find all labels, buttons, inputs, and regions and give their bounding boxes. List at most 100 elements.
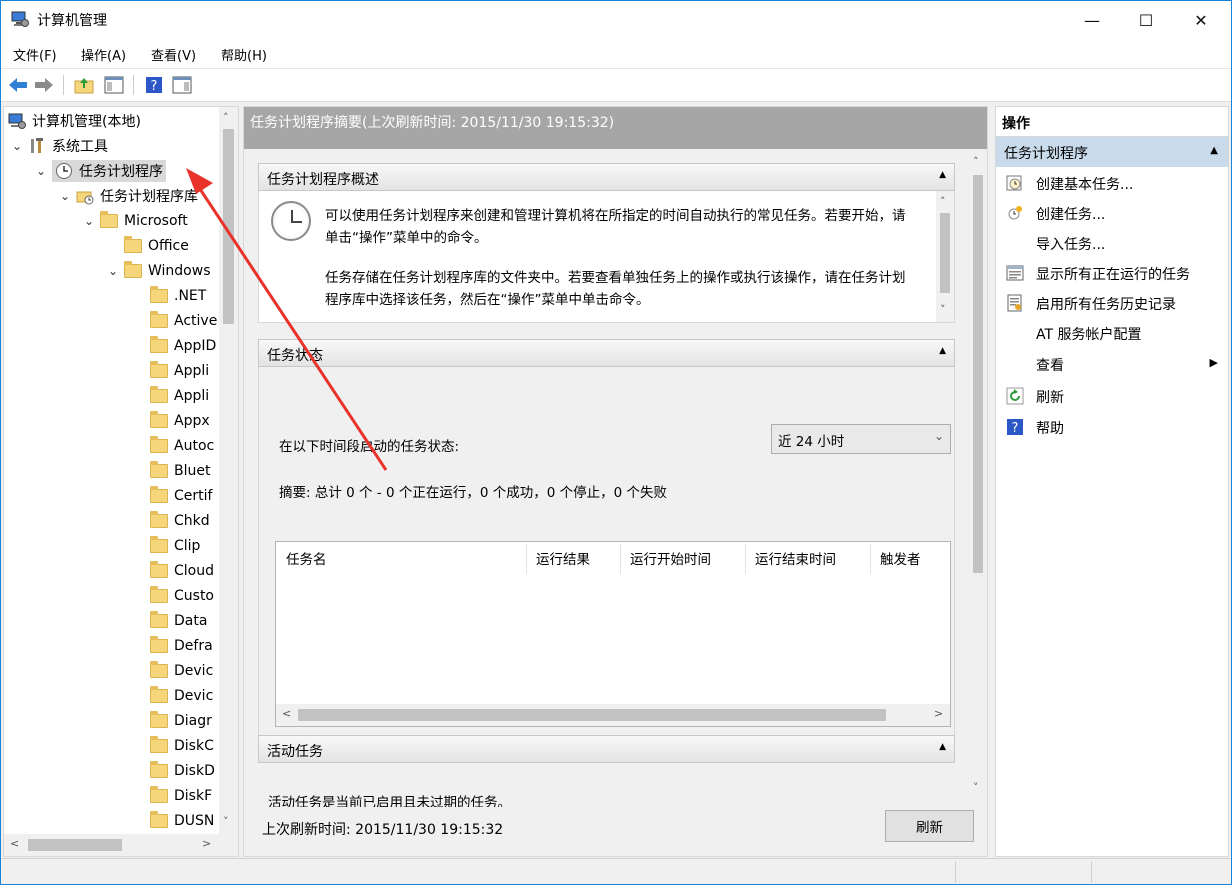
action-refresh[interactable]: 刷新 (996, 381, 1228, 411)
scroll-right-icon[interactable]: > (202, 837, 211, 850)
maximize-button[interactable]: ☐ (1123, 1, 1169, 39)
chevron-down-icon[interactable]: ⌄ (106, 264, 120, 278)
scroll-right-icon[interactable]: > (934, 707, 943, 720)
chevron-down-icon[interactable]: ⌄ (82, 214, 96, 228)
tree-item-folder[interactable]: Devic (150, 659, 213, 683)
column-divider[interactable] (526, 544, 527, 574)
scroll-up-icon[interactable]: ˄ (940, 195, 946, 208)
forward-button[interactable] (33, 74, 55, 96)
back-button[interactable] (7, 74, 29, 96)
tree-item-folder[interactable]: Appli (150, 384, 209, 408)
overview-paragraph-2: 任务存储在任务计划程序库的文件夹中。若要查看单独任务上的操作或执行该操作，请在任… (325, 270, 906, 308)
tree-item-library[interactable]: ⌄ 任务计划程序库 (58, 184, 198, 208)
column-divider[interactable] (620, 544, 621, 574)
scroll-down-icon[interactable]: ˅ (940, 303, 946, 316)
tree-item-label: DiskF (174, 788, 213, 804)
scrollbar-thumb[interactable] (973, 175, 983, 573)
tree-item-windows[interactable]: ⌄ Windows (106, 259, 211, 283)
tree-item-folder[interactable]: Autoc (150, 434, 214, 458)
scrollbar-thumb[interactable] (298, 709, 886, 721)
column-header-run-end[interactable]: 运行结束时间 (755, 548, 836, 568)
tree-item-system-tools[interactable]: ⌄ 系统工具 (10, 134, 108, 158)
scrollbar-thumb[interactable] (223, 129, 234, 324)
tree-item-microsoft[interactable]: ⌄ Microsoft (82, 209, 188, 233)
menu-action[interactable]: 操作(A) (81, 45, 126, 64)
tools-icon (28, 137, 46, 155)
tree-item-folder[interactable]: DUSN (150, 809, 214, 833)
status-bar-divider (1091, 861, 1092, 883)
up-folder-button[interactable] (73, 74, 95, 96)
action-at-service-account[interactable]: AT 服务帐户配置 (996, 318, 1228, 348)
scroll-left-icon[interactable]: < (10, 837, 19, 850)
tree-item-folder[interactable]: DiskD (150, 759, 215, 783)
tree-item-folder[interactable]: Clip (150, 534, 200, 558)
column-divider[interactable] (870, 544, 871, 574)
collapse-icon[interactable]: ▲ (939, 170, 946, 180)
column-header-run-result[interactable]: 运行结果 (536, 548, 590, 568)
tree-item-folder[interactable]: Custo (150, 584, 214, 608)
show-action-pane-button[interactable] (171, 74, 193, 96)
action-view-submenu[interactable]: 查看 ▶ (996, 349, 1228, 379)
overview-scrollbar[interactable]: ˄ ˅ (936, 191, 954, 322)
menu-help[interactable]: 帮助(H) (221, 45, 267, 64)
collapse-icon[interactable]: ▲ (939, 742, 946, 752)
column-divider[interactable] (745, 544, 746, 574)
tree-item-folder[interactable]: Appx (150, 409, 210, 433)
tree-item-folder[interactable]: Certif (150, 484, 212, 508)
minimize-button[interactable]: — (1069, 1, 1115, 39)
tree-item-folder[interactable]: Appli (150, 359, 209, 383)
action-show-running-tasks[interactable]: 显示所有正在运行的任务 (996, 258, 1228, 288)
scrollbar-thumb[interactable] (28, 839, 122, 851)
scroll-down-icon[interactable]: ˅ (223, 815, 229, 828)
scrollbar-thumb[interactable] (940, 213, 950, 293)
tree-item-folder[interactable]: Data (150, 609, 207, 633)
status-period-dropdown[interactable]: 近 24 小时 ⌄ (771, 424, 951, 454)
tree-item-task-scheduler[interactable]: ⌄ 任务计划程序 (34, 159, 166, 183)
overview-section-header[interactable]: 任务计划程序概述 ▲ (258, 163, 955, 191)
tree-item-folder[interactable]: Cloud (150, 559, 214, 583)
tree-item-office[interactable]: Office (124, 234, 189, 258)
tree-item-folder[interactable]: Defra (150, 634, 213, 658)
menu-view[interactable]: 查看(V) (151, 45, 196, 64)
tree-vertical-scrollbar[interactable]: ˄ ˅ (219, 107, 238, 834)
refresh-button[interactable]: 刷新 (885, 810, 974, 842)
tree-item-folder[interactable]: Active (150, 309, 217, 333)
summary-vertical-scrollbar[interactable]: ˄ ˅ (969, 149, 987, 807)
tree-item-folder[interactable]: Chkd (150, 509, 210, 533)
chevron-down-icon[interactable]: ⌄ (58, 189, 72, 203)
action-help[interactable]: ? 帮助 (996, 412, 1228, 442)
tree-item-folder[interactable]: .NET (150, 284, 206, 308)
show-hide-tree-button[interactable] (103, 74, 125, 96)
action-create-basic-task[interactable]: 创建基本任务... (996, 168, 1228, 198)
tree-item-folder[interactable]: DiskF (150, 784, 212, 808)
collapse-icon[interactable]: ▲ (1210, 145, 1218, 156)
tree-root[interactable]: 计算机管理(本地) (8, 109, 141, 133)
scroll-up-icon[interactable]: ˄ (973, 155, 979, 168)
task-status-section-header[interactable]: 任务状态 ▲ (258, 339, 955, 367)
scroll-left-icon[interactable]: < (282, 707, 291, 720)
tree-item-folder[interactable]: Devic (150, 684, 213, 708)
active-tasks-section-header[interactable]: 活动任务 ▲ (258, 735, 955, 763)
close-button[interactable]: ✕ (1178, 1, 1224, 39)
chevron-down-icon[interactable]: ⌄ (10, 139, 24, 153)
chevron-down-icon[interactable]: ⌄ (34, 164, 48, 178)
column-header-task-name[interactable]: 任务名 (286, 548, 327, 568)
action-enable-history[interactable]: 启用所有任务历史记录 (996, 288, 1228, 318)
tree-horizontal-scrollbar[interactable]: < > (4, 834, 238, 856)
table-horizontal-scrollbar[interactable]: < > (276, 704, 950, 726)
column-header-run-start[interactable]: 运行开始时间 (630, 548, 711, 568)
tree-item-selected-box: 任务计划程序 (52, 160, 166, 182)
column-header-trigger[interactable]: 触发者 (880, 548, 921, 568)
tree-item-folder[interactable]: Diagr (150, 709, 212, 733)
collapse-icon[interactable]: ▲ (939, 346, 946, 356)
tree-item-folder[interactable]: AppID (150, 334, 216, 358)
scroll-up-icon[interactable]: ˄ (223, 111, 229, 124)
scroll-down-icon[interactable]: ˅ (973, 781, 979, 794)
action-create-task[interactable]: 创建任务... (996, 198, 1228, 228)
menu-file[interactable]: 文件(F) (13, 45, 57, 64)
tree-item-folder[interactable]: Bluet (150, 459, 210, 483)
action-import-task[interactable]: 导入任务... (996, 228, 1228, 258)
actions-group-header[interactable]: 任务计划程序 ▲ (996, 137, 1228, 167)
help-toolbar-button[interactable]: ? (143, 74, 165, 96)
tree-item-folder[interactable]: DiskC (150, 734, 214, 758)
